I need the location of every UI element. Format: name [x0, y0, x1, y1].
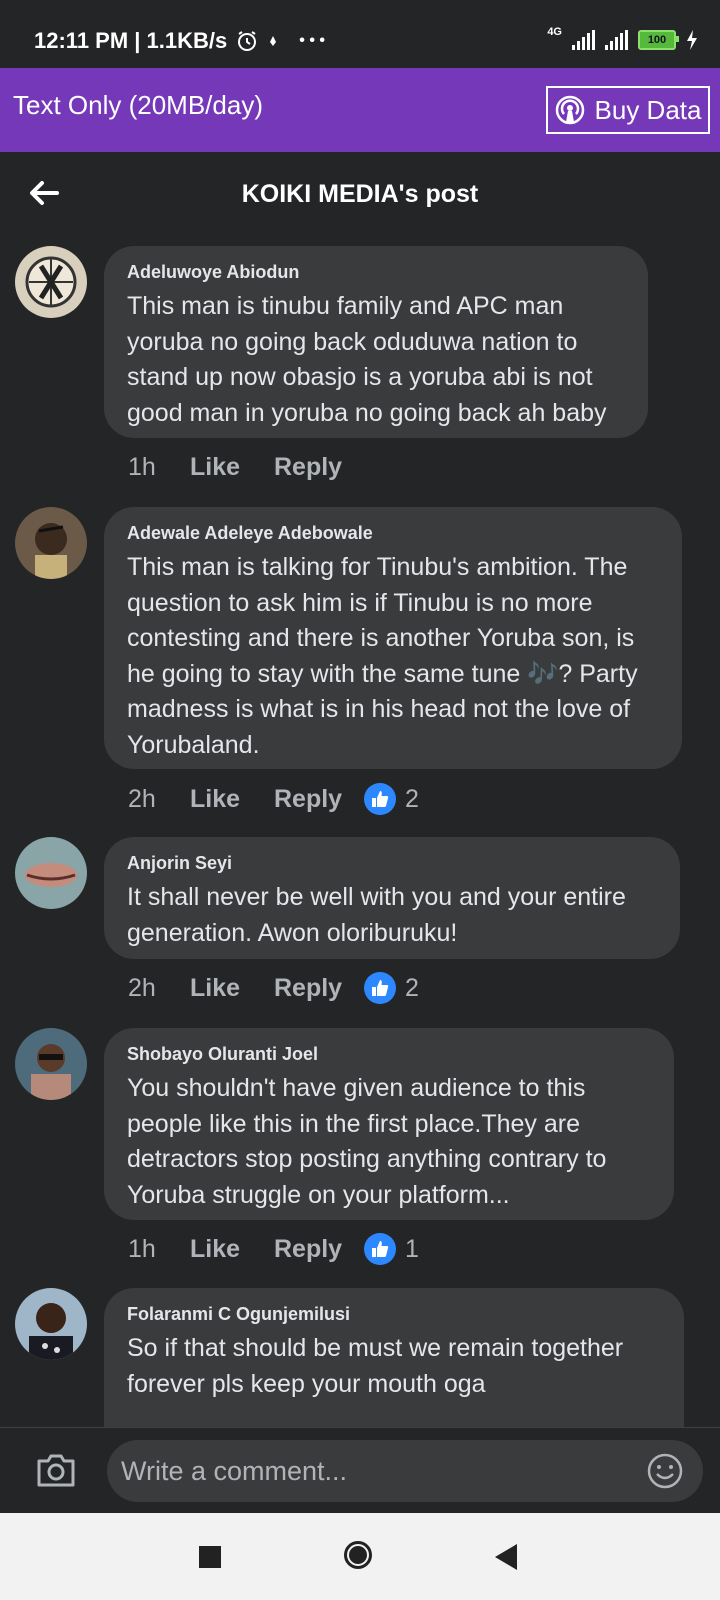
commenter-name[interactable]: Anjorin Seyi	[127, 853, 658, 874]
avatar[interactable]	[15, 1028, 87, 1100]
avatar[interactable]	[15, 246, 87, 318]
commenter-name[interactable]: Shobayo Oluranti Joel	[127, 1044, 652, 1065]
comment-text: This man is talking for Tinubu's ambitio…	[127, 553, 638, 759]
signal-icon-1	[572, 30, 595, 50]
signal-icon-2	[605, 30, 628, 50]
system-nav-bar	[0, 1513, 720, 1600]
more-notifications: • • •	[299, 32, 325, 49]
network-type: 4G	[547, 26, 562, 38]
emoji-icon[interactable]	[647, 1453, 683, 1489]
like-button[interactable]: Like	[190, 785, 274, 814]
comment-bubble[interactable]: Folaranmi C Ogunjemilusi So if that shou…	[104, 1288, 684, 1427]
home-icon[interactable]	[344, 1541, 372, 1569]
avatar[interactable]	[15, 1288, 87, 1360]
post-header: KOIKI MEDIA's post	[0, 152, 720, 238]
comment-text: So if that should be must we remain toge…	[127, 1334, 624, 1398]
status-bar: 12:11 PM | 1.1KB/s • • • 4G 100	[0, 0, 720, 68]
reply-button[interactable]: Reply	[274, 974, 364, 1003]
thumbs-up-icon	[364, 972, 396, 1004]
buy-data-label: Buy Data	[594, 94, 702, 125]
like-button[interactable]: Like	[190, 974, 274, 1003]
comment-text: You shouldn't have given audience to thi…	[127, 1074, 607, 1209]
charging-icon	[687, 30, 697, 50]
comment-time: 2h	[128, 973, 156, 1002]
comment-time: 1h	[128, 1234, 156, 1263]
reaction-count: 1	[405, 1234, 419, 1263]
commenter-name[interactable]: Adeluwoye Abiodun	[127, 262, 626, 283]
camera-icon[interactable]	[36, 1452, 76, 1488]
comment-actions: 1h Like Reply	[128, 449, 364, 485]
comment-time: 2h	[128, 784, 156, 813]
broadcast-icon	[555, 95, 584, 125]
thumbs-up-icon	[364, 783, 396, 815]
comment-composer: Write a comment...	[0, 1427, 720, 1514]
data-plan-label: Text Only (20MB/day)	[13, 90, 263, 120]
comment-input[interactable]: Write a comment...	[107, 1440, 703, 1502]
comment-actions: 1h Like Reply 1	[128, 1231, 419, 1267]
avatar[interactable]	[15, 507, 87, 579]
comment-placeholder: Write a comment...	[121, 1455, 348, 1486]
comment-actions: 2h Like Reply 2	[128, 781, 419, 817]
commenter-name[interactable]: Adewale Adeleye Adebowale	[127, 523, 660, 544]
alarm-icon	[238, 31, 257, 51]
thumbs-up-icon	[364, 1233, 396, 1265]
data-plan-banner: Text Only (20MB/day) Buy Data	[0, 68, 720, 152]
reply-button[interactable]: Reply	[274, 453, 364, 482]
comment-text: This man is tinubu family and APC man yo…	[127, 292, 607, 427]
avatar[interactable]	[15, 837, 87, 909]
notification-dot-icon	[270, 36, 277, 46]
reply-button[interactable]: Reply	[274, 1235, 364, 1264]
battery-icon: 100	[638, 30, 679, 50]
battery-level: 100	[647, 34, 667, 46]
comment-actions: 2h Like Reply 2	[128, 970, 419, 1006]
comment-bubble[interactable]: Shobayo Oluranti Joel You shouldn't have…	[104, 1028, 674, 1220]
back-icon[interactable]	[495, 1544, 517, 1570]
comment-bubble[interactable]: Anjorin Seyi It shall never be well with…	[104, 837, 680, 959]
reaction-summary[interactable]: 1	[364, 1233, 419, 1265]
reaction-count: 2	[405, 973, 419, 1002]
comment-bubble[interactable]: Adewale Adeleye Adebowale This man is ta…	[104, 507, 682, 769]
reaction-count: 2	[405, 784, 419, 813]
commenter-name[interactable]: Folaranmi C Ogunjemilusi	[127, 1304, 662, 1325]
buy-data-button[interactable]: Buy Data	[546, 86, 710, 134]
like-button[interactable]: Like	[190, 453, 274, 482]
like-button[interactable]: Like	[190, 1235, 274, 1264]
comment-time: 1h	[128, 452, 156, 481]
comment-text: It shall never be well with you and your…	[127, 883, 626, 947]
reaction-summary[interactable]: 2	[364, 972, 419, 1004]
reply-button[interactable]: Reply	[274, 785, 364, 814]
page-title: KOIKI MEDIA's post	[241, 180, 479, 208]
reaction-summary[interactable]: 2	[364, 783, 419, 815]
recents-icon[interactable]	[199, 1546, 221, 1568]
status-time: 12:11 PM | 1.1KB/s	[34, 28, 228, 53]
comment-bubble[interactable]: Adeluwoye Abiodun This man is tinubu fam…	[104, 246, 648, 438]
